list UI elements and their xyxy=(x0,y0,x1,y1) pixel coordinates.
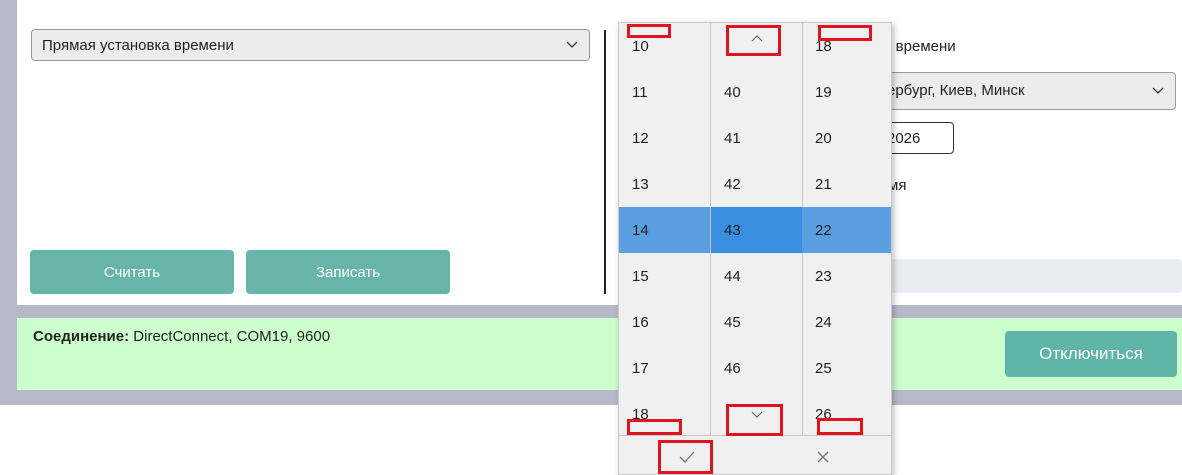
annotation-box xyxy=(817,418,863,435)
close-icon xyxy=(817,451,829,462)
second-cell[interactable]: 25 xyxy=(802,345,891,391)
time-mode-select[interactable]: Прямая установка времени xyxy=(31,29,590,61)
hour-cell[interactable]: 12 xyxy=(619,115,710,161)
panel-divider xyxy=(604,30,606,294)
timezone-value: ербург, Киев, Минск xyxy=(887,82,1025,99)
hour-cell[interactable]: 13 xyxy=(619,161,710,207)
hour-cell[interactable]: 15 xyxy=(619,253,710,299)
second-cell[interactable]: 19 xyxy=(802,69,891,115)
hours-column[interactable]: 10 11 12 13 14 15 16 17 18 xyxy=(619,23,710,435)
annotation-box xyxy=(658,440,713,474)
time-mode-value: Прямая установка времени xyxy=(42,36,234,54)
sync-option-label: у времени xyxy=(884,38,956,55)
hour-cell[interactable]: 17 xyxy=(619,345,710,391)
write-button[interactable]: Записать xyxy=(246,250,450,294)
second-cell[interactable]: 24 xyxy=(802,299,891,345)
annotation-box xyxy=(726,25,781,56)
minute-cell-selected[interactable]: 43 xyxy=(711,207,802,253)
minute-cell[interactable]: 44 xyxy=(711,253,802,299)
connection-info: Соединение: DirectConnect, COM19, 9600 xyxy=(33,328,330,345)
cancel-button[interactable] xyxy=(755,436,891,474)
read-button[interactable]: Считать xyxy=(30,250,234,294)
second-cell[interactable]: 23 xyxy=(802,253,891,299)
seconds-column[interactable]: 18 19 20 21 22 23 24 25 26 xyxy=(802,23,891,435)
status-field xyxy=(870,259,1182,293)
date-value: 2026 xyxy=(887,130,921,147)
minutes-column[interactable]: 40 41 42 43 44 45 46 xyxy=(710,23,803,435)
second-cell[interactable]: 21 xyxy=(802,161,891,207)
connection-value: DirectConnect, COM19, 9600 xyxy=(133,328,331,345)
hour-cell[interactable]: 11 xyxy=(619,69,710,115)
window-edge xyxy=(0,0,9,405)
annotation-box xyxy=(818,25,872,41)
annotation-box xyxy=(726,404,783,436)
minute-cell[interactable]: 42 xyxy=(711,161,802,207)
hour-cell-selected[interactable]: 14 xyxy=(619,207,710,253)
disconnect-button[interactable]: Отключиться xyxy=(1005,331,1177,377)
minute-cell[interactable]: 45 xyxy=(711,299,802,345)
minute-cell[interactable]: 46 xyxy=(711,345,802,391)
second-cell-selected[interactable]: 22 xyxy=(802,207,891,253)
annotation-box xyxy=(627,24,671,38)
connection-label: Соединение: xyxy=(33,328,130,345)
minute-cell[interactable]: 40 xyxy=(711,69,802,115)
hour-cell[interactable]: 16 xyxy=(619,299,710,345)
second-cell[interactable]: 20 xyxy=(802,115,891,161)
annotation-box xyxy=(627,419,682,435)
minute-cell[interactable]: 41 xyxy=(711,115,802,161)
chevron-down-icon xyxy=(566,41,578,48)
chevron-down-icon xyxy=(1152,87,1164,94)
